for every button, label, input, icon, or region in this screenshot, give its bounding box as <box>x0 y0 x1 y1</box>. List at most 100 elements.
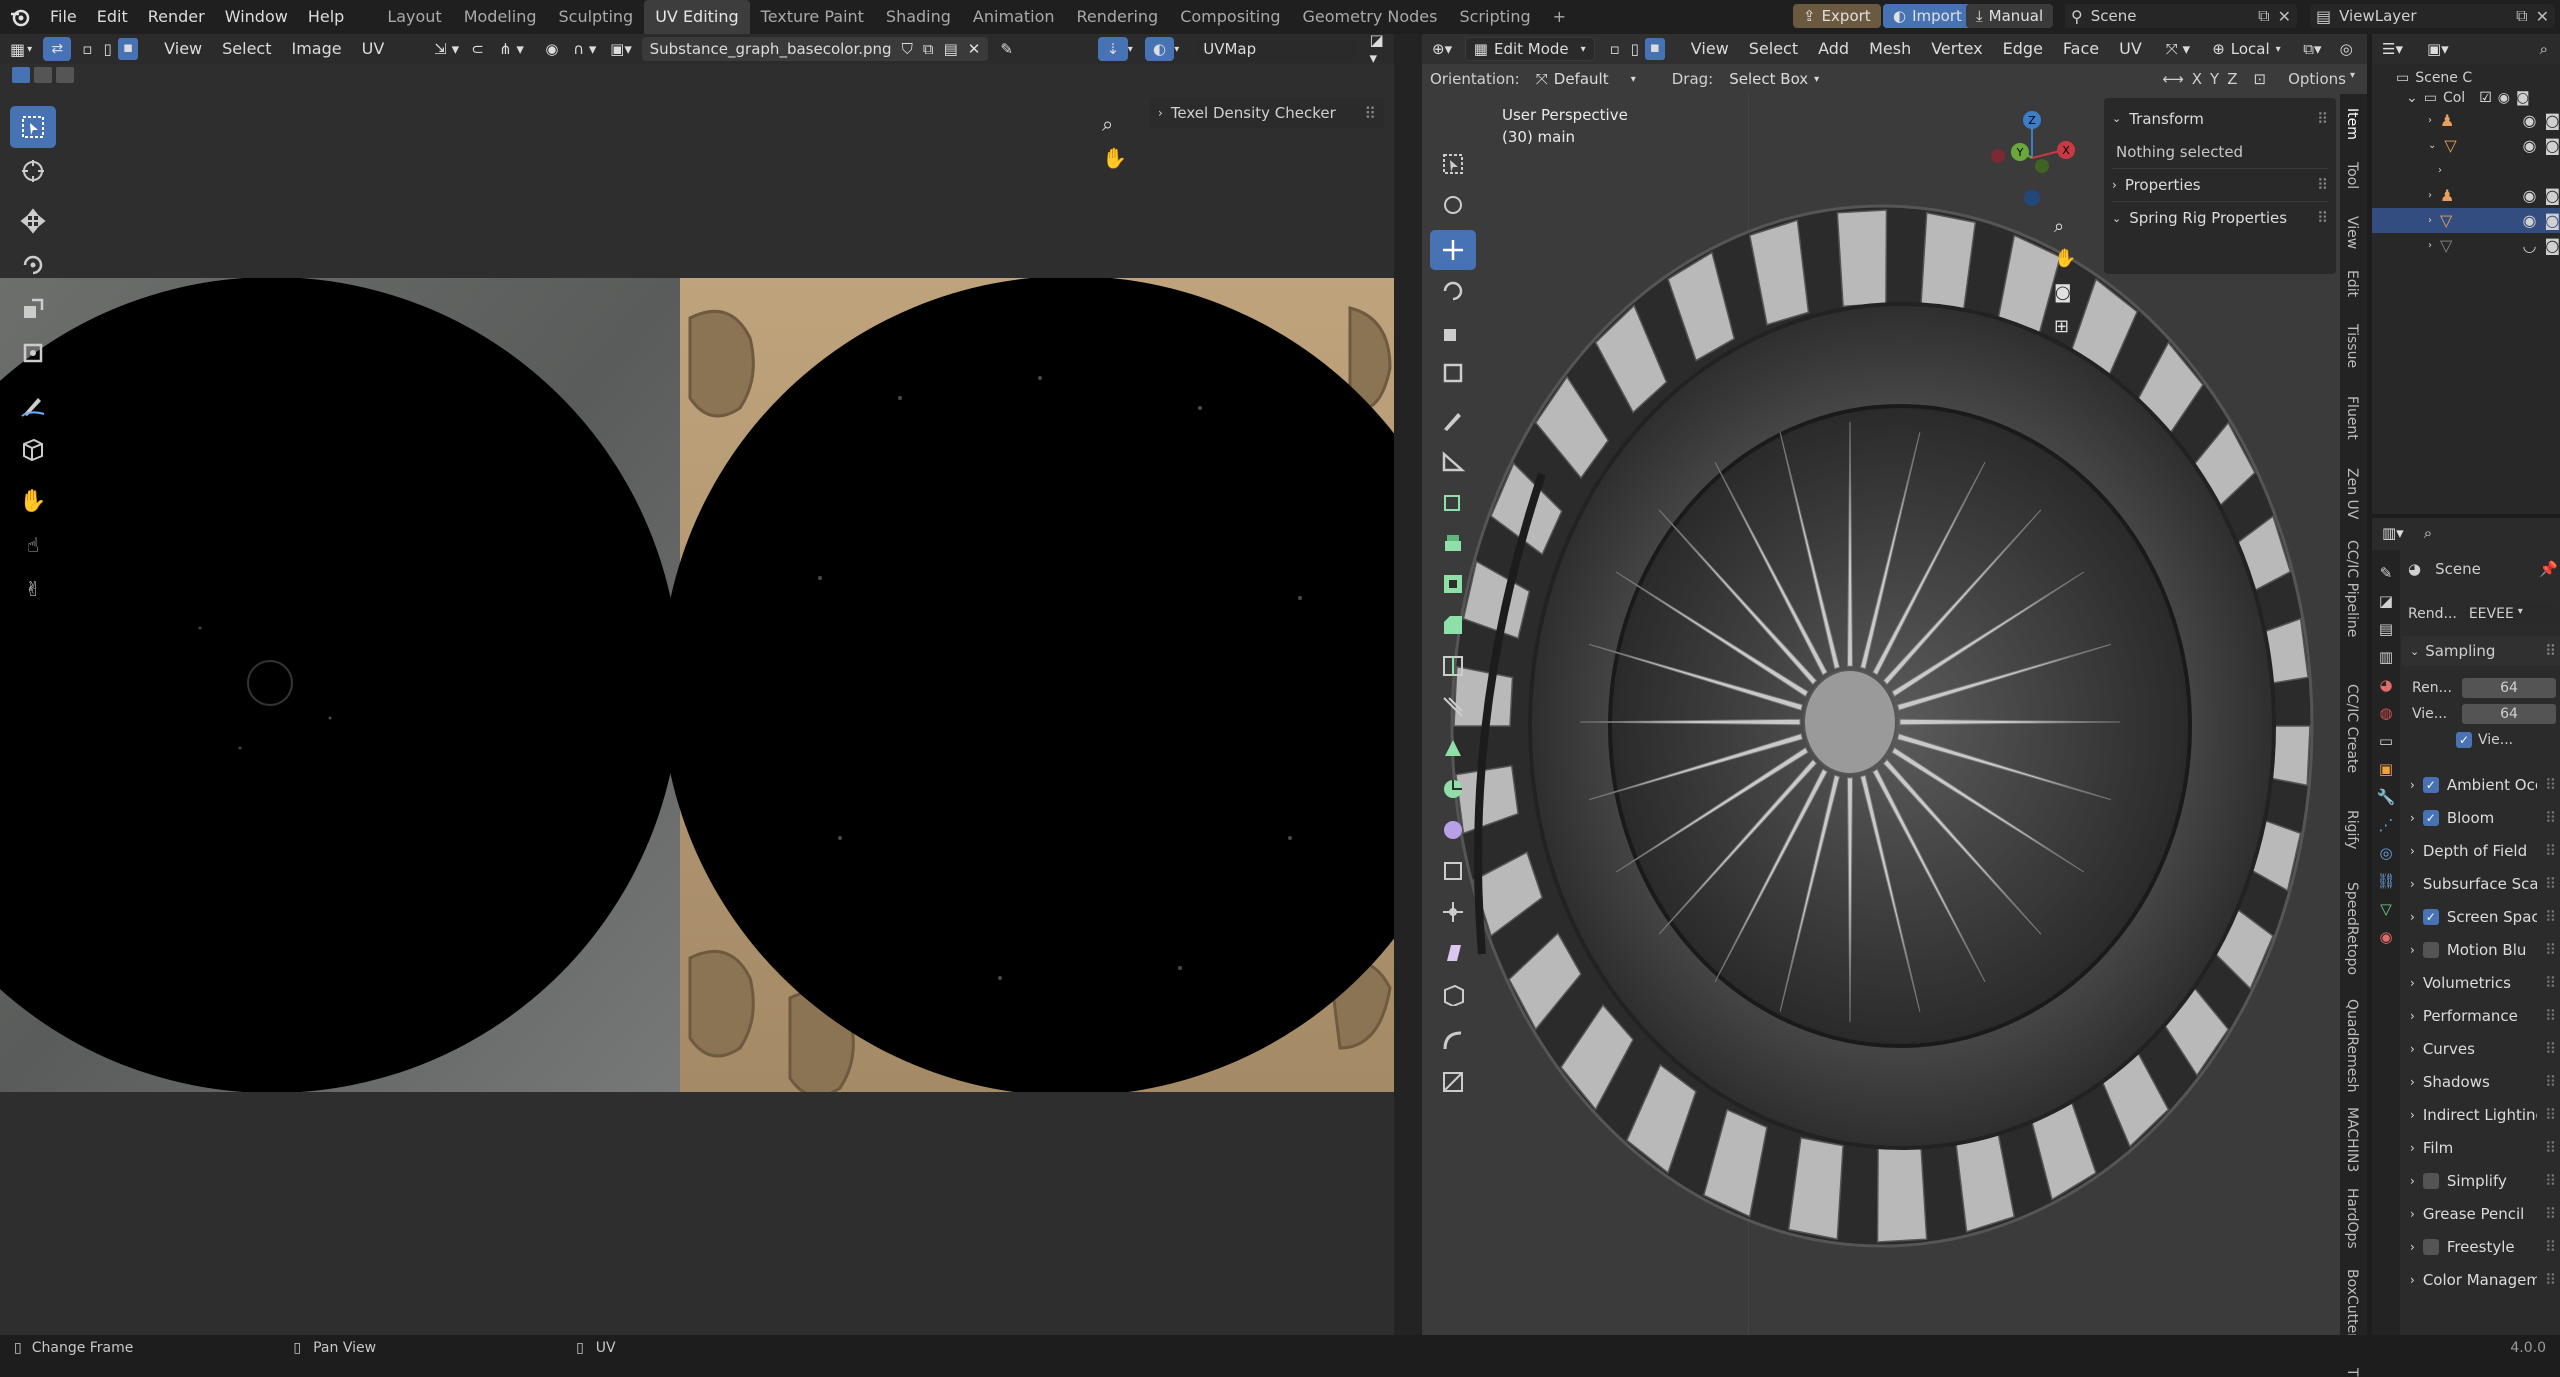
viewport-side-tab-tool[interactable]: Tool <box>2344 162 2360 189</box>
workspace-tab-texture-paint[interactable]: Texture Paint <box>750 0 875 34</box>
render-panel-shadows[interactable]: › Shadows ⠿ <box>2402 1065 2560 1098</box>
annotate-tool-icon[interactable] <box>1430 400 1476 440</box>
camera-icon[interactable]: ◙ <box>2544 211 2560 230</box>
measure-tool-icon[interactable] <box>1430 441 1476 481</box>
poly-build-tool-icon[interactable] <box>1430 728 1476 768</box>
options-button[interactable]: Options ▾ <box>2288 70 2355 88</box>
display-mode-icon[interactable]: ▣▾ <box>2427 40 2449 58</box>
blender-logo-icon[interactable] <box>0 0 40 34</box>
sampling-panel[interactable]: ⌄ Sampling ⠿ <box>2402 636 2560 666</box>
transform-panel-header[interactable]: ⌄ Transform ⠿ <box>2112 102 2328 135</box>
proportional-icon[interactable]: ◎ <box>2340 40 2367 58</box>
export-button[interactable]: ⇪ Export <box>1793 4 1881 28</box>
uv-menu-uv[interactable]: UV <box>352 34 395 64</box>
outliner-row[interactable]: › ♟ ◉ ◙ <box>2372 108 2560 133</box>
panel-enable-checkbox[interactable] <box>2422 941 2439 958</box>
orientation-dropdown[interactable]: ⤧ Default ▾ <box>1528 67 1644 91</box>
uv-menu-image[interactable]: Image <box>282 34 352 64</box>
viewport-menu-uv[interactable]: UV <box>2109 34 2152 64</box>
edge-select-icon[interactable]: ▯ <box>1625 40 1645 58</box>
viewport-menu-vertex[interactable]: Vertex <box>1921 34 1992 64</box>
transform-tool-icon[interactable] <box>1430 353 1476 393</box>
close-icon[interactable]: ✕ <box>968 40 981 58</box>
workspace-tab-geometry-nodes[interactable]: Geometry Nodes <box>1292 0 1449 34</box>
drag-handle-icon[interactable]: ⠿ <box>1364 104 1376 123</box>
panel-enable-checkbox[interactable]: ✓ <box>2422 776 2439 793</box>
edge-select-icon[interactable]: ▯ <box>97 40 117 58</box>
select-extend-icon[interactable] <box>34 67 52 83</box>
outliner-row[interactable]: ⌄ ▽ ◉ ◙ <box>2372 133 2560 158</box>
viewport-menu-edge[interactable]: Edge <box>1993 34 2053 64</box>
rotate-tool-icon[interactable] <box>1430 271 1476 311</box>
image-browse-icon[interactable]: ▣▾ <box>610 40 641 58</box>
chevron-down-icon[interactable]: ⌄ <box>2406 90 2418 106</box>
ortho-grid-icon[interactable]: ⊞ <box>2054 316 2069 337</box>
scene-tab-icon[interactable]: ◕ <box>2379 676 2392 694</box>
move-tool-icon[interactable] <box>10 200 56 242</box>
render-panel-depth-of-field[interactable]: › Depth of Field ⠿ <box>2402 834 2560 867</box>
workspace-tab-sculpting[interactable]: Sculpting <box>547 0 644 34</box>
select-box-tool-icon[interactable] <box>10 106 56 148</box>
relax-tool-icon[interactable]: ☝ <box>10 524 56 566</box>
pin-icon[interactable]: ✎ <box>1000 40 1028 58</box>
render-tab-icon[interactable]: ◪ <box>2379 592 2393 610</box>
viewport-side-tab-view[interactable]: View <box>2344 216 2360 249</box>
transform-orientation-icon[interactable]: ⤧ ▾ <box>2166 40 2202 58</box>
workspace-tab-modeling[interactable]: Modeling <box>453 0 548 34</box>
render-panel-motion-blu[interactable]: › Motion Blu ⠿ <box>2402 933 2560 966</box>
viewlayer-selector[interactable]: ▤ ViewLayer ⧉ ✕ <box>2310 4 2555 28</box>
material-tab-icon[interactable]: ◉ <box>2379 928 2392 946</box>
outliner-row[interactable]: › ▽ ◡ ◙ <box>2372 233 2560 258</box>
copy-icon[interactable]: ⧉ <box>2258 6 2269 26</box>
collection-tab-icon[interactable]: ▭ <box>2379 732 2393 750</box>
drag-handle-icon[interactable]: ⠿ <box>2317 209 2328 227</box>
viewport-denoise-checkbox[interactable]: ✓ <box>2456 732 2472 748</box>
search-icon[interactable]: ⌕ <box>2424 524 2432 542</box>
viewport-menu-view[interactable]: View <box>1681 34 1739 64</box>
knife-tool-icon[interactable] <box>1430 687 1476 727</box>
texel-density-panel[interactable]: › Texel Density Checker ⠿ <box>1150 98 1384 128</box>
zoom-icon[interactable]: ⌕ <box>2054 216 2064 237</box>
menu-edit[interactable]: Edit <box>87 0 138 34</box>
select-new-icon[interactable] <box>12 67 30 83</box>
add-workspace-button[interactable]: + <box>1542 0 1577 34</box>
render-panel-simplify[interactable]: › Simplify ⠿ <box>2402 1164 2560 1197</box>
uv-menu-select[interactable]: Select <box>212 34 281 64</box>
scene-selector[interactable]: ⚲ Scene ⧉ ✕ <box>2065 4 2297 28</box>
eye-icon[interactable]: ◉ <box>2523 211 2537 230</box>
zoom-icon[interactable]: ⌕ <box>1102 112 1113 136</box>
panel-enable-checkbox[interactable] <box>2422 1238 2439 1255</box>
data-tab-icon[interactable]: ▽ <box>2380 900 2392 918</box>
copy-icon[interactable]: ⧉ <box>2516 6 2527 26</box>
drag-handle-icon[interactable]: ⠿ <box>2545 875 2556 893</box>
manual-button[interactable]: ⤓ Manual <box>1966 4 2054 28</box>
outliner-row[interactable]: › ♟ ◉ ◙ <box>2372 183 2560 208</box>
render-panel-freestyle[interactable]: › Freestyle ⠿ <box>2402 1230 2560 1263</box>
pan-icon[interactable]: ✋ <box>2054 248 2076 269</box>
render-samples-field[interactable]: 64 <box>2462 678 2556 698</box>
folder-icon[interactable]: ▤ <box>944 40 958 58</box>
drag-handle-icon[interactable]: ⠿ <box>2545 1106 2556 1124</box>
render-panel-film[interactable]: › Film ⠿ <box>2402 1131 2560 1164</box>
viewport-side-tab-speedretopo[interactable]: SpeedRetopo <box>2344 882 2360 975</box>
drag-handle-icon[interactable]: ⠿ <box>2317 110 2328 128</box>
uv-menu-view[interactable]: View <box>154 34 212 64</box>
vertex-select-icon[interactable]: ▫ <box>77 40 97 58</box>
workspace-tab-layout[interactable]: Layout <box>376 0 452 34</box>
pivot-selector[interactable]: ⊕ Local ▾ <box>2212 40 2303 58</box>
drag-handle-icon[interactable]: ⠿ <box>2545 809 2556 827</box>
workspace-tab-compositing[interactable]: Compositing <box>1169 0 1291 34</box>
drag-handle-icon[interactable]: ⠿ <box>2545 1073 2556 1091</box>
drag-handle-icon[interactable]: ⠿ <box>2545 1205 2556 1223</box>
drag-handle-icon[interactable]: ⠿ <box>2545 776 2556 794</box>
render-panel-ambient-occl[interactable]: › ✓ Ambient Occl ⠿ <box>2402 768 2560 801</box>
viewport-side-tab-zen-uv[interactable]: Zen UV <box>2344 468 2360 519</box>
workspace-tab-animation[interactable]: Animation <box>962 0 1066 34</box>
panel-enable-checkbox[interactable]: ✓ <box>2422 809 2439 826</box>
axis-y-toggle[interactable]: Y <box>2210 70 2219 88</box>
wheel-center-cap[interactable] <box>1803 669 1897 775</box>
viewport-menu-mesh[interactable]: Mesh <box>1859 34 1921 64</box>
uv-canvas[interactable] <box>0 278 1394 1092</box>
auto-merge-icon[interactable]: ⊡ <box>2254 70 2267 88</box>
spring-rig-panel-header[interactable]: ⌄ Spring Rig Properties ⠿ <box>2112 201 2328 234</box>
